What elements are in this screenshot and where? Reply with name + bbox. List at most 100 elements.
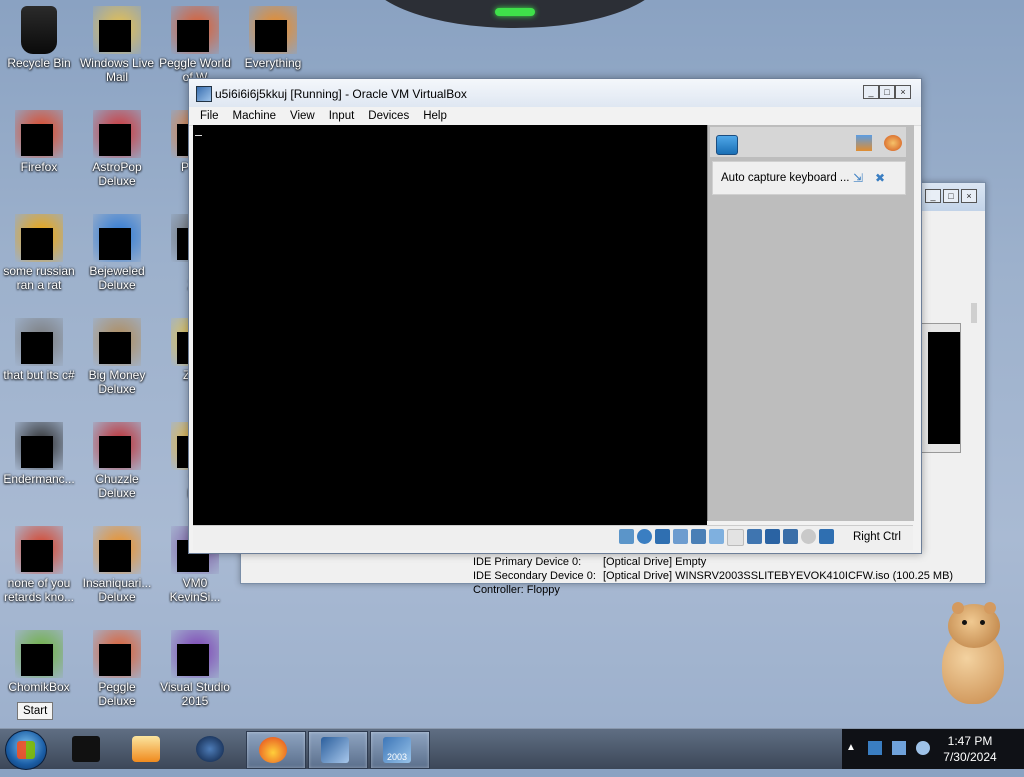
clear-all-icon[interactable] <box>884 135 902 151</box>
recording-icon[interactable] <box>765 529 780 544</box>
show-hidden-icons-chevron-icon[interactable]: ▲ <box>846 741 860 755</box>
close-button[interactable]: × <box>961 189 977 203</box>
desktop-icon-label: Windows Live Mail <box>79 56 155 84</box>
app-icon <box>15 526 63 574</box>
redaction-box <box>21 540 53 572</box>
keyboard-capture-icon[interactable] <box>819 529 834 544</box>
tray-app-icon[interactable] <box>868 741 882 755</box>
app-icon <box>15 630 63 678</box>
virtualbox-window[interactable]: u5i6i6i6j5kkuj [Running] - Oracle VM Vir… <box>188 78 922 554</box>
app-icon <box>93 110 141 158</box>
mouse-integration-icon[interactable] <box>801 529 816 544</box>
redaction-box <box>21 228 53 260</box>
desktop-icon[interactable]: Insaniquari... Deluxe <box>78 526 156 604</box>
desktop-icon-label: none of you retards kno... <box>3 576 75 604</box>
app-icon <box>93 630 141 678</box>
network-icon[interactable] <box>691 529 706 544</box>
detail-key: IDE Secondary Device 0: <box>473 570 596 582</box>
scrollbar-thumb[interactable] <box>971 303 977 323</box>
notification-bell-icon[interactable] <box>716 135 738 155</box>
virtualbox-icon <box>196 86 212 102</box>
taskbar-network[interactable] <box>182 731 242 767</box>
taskbar-virtualbox[interactable] <box>308 731 368 769</box>
desktop-icon[interactable]: Everything <box>234 6 312 70</box>
hard-disk-icon[interactable] <box>619 529 634 544</box>
network-icon[interactable] <box>892 741 906 755</box>
media-player-icon <box>132 736 160 762</box>
pin-icon[interactable]: ⇲ <box>853 172 865 184</box>
menu-input[interactable]: Input <box>322 107 362 125</box>
app-icon <box>15 318 63 366</box>
app-icon <box>15 422 63 470</box>
minimize-button[interactable]: _ <box>925 189 941 203</box>
desktop-icon[interactable]: some russian ran a rat <box>0 214 78 292</box>
taskbar-media-player[interactable] <box>118 731 178 767</box>
desktop-icon[interactable]: AstroPop Deluxe <box>78 110 156 188</box>
desktop-icon[interactable]: Peggle Deluxe <box>78 630 156 708</box>
desktop-icon-label: Recycle Bin <box>7 56 71 70</box>
maximize-button[interactable]: □ <box>943 189 959 203</box>
vm-2003-icon: 2003 <box>383 737 411 763</box>
redaction-box <box>99 20 131 52</box>
app-icon <box>15 214 63 262</box>
menu-help[interactable]: Help <box>416 107 454 125</box>
cpu-icon[interactable] <box>783 529 798 544</box>
desktop-icon[interactable]: ChomikBox <box>0 630 78 694</box>
start-button[interactable] <box>5 730 47 770</box>
redaction-box <box>21 644 53 676</box>
redaction-box <box>21 436 53 468</box>
clock[interactable]: 1:47 PM 7/30/2024 <box>922 733 1018 765</box>
window-title: u5i6i6i6j5kkuj [Running] - Oracle VM Vir… <box>215 87 467 101</box>
desktop-icon-label: ChomikBox <box>8 680 70 694</box>
desktop-icon[interactable]: Peggle World of W <box>156 6 234 84</box>
menu-machine[interactable]: Machine <box>226 107 283 125</box>
hamster-head <box>948 602 1000 648</box>
vbox-titlebar[interactable]: u5i6i6i6j5kkuj [Running] - Oracle VM Vir… <box>189 79 921 107</box>
menu-view[interactable]: View <box>283 107 322 125</box>
windows-logo-icon <box>17 741 35 759</box>
vm-preview-panel <box>921 323 961 453</box>
app-icon <box>93 6 141 54</box>
detail-value: [Optical Drive] WINSRV2003SSLITEBYEVOK41… <box>603 570 954 582</box>
desktop-icon[interactable]: Chuzzle Deluxe <box>78 422 156 500</box>
display-icon[interactable] <box>747 529 762 544</box>
menu-file[interactable]: File <box>193 107 226 125</box>
status-bar: Right Ctrl <box>193 525 913 550</box>
audio-icon[interactable] <box>673 529 688 544</box>
close-icon[interactable]: ✖ <box>875 172 887 184</box>
sort-icon[interactable] <box>856 135 872 151</box>
maximize-button[interactable]: □ <box>879 85 895 99</box>
desktop-icon[interactable]: Endermanc... <box>0 422 78 486</box>
taskbar-firefox[interactable] <box>246 731 306 769</box>
floppy-icon[interactable] <box>655 529 670 544</box>
desktop-icon-label: Firefox <box>20 160 58 174</box>
taskbar-vm-2003[interactable]: 2003 <box>370 731 430 769</box>
minimize-button[interactable]: _ <box>863 85 879 99</box>
desktop-icon-label: Peggle Deluxe <box>98 680 136 708</box>
desktop-icon[interactable]: Windows Live Mail <box>78 6 156 84</box>
usb-icon[interactable] <box>709 529 724 544</box>
app-icon <box>21 6 57 54</box>
desktop-icon[interactable]: Bejeweled Deluxe <box>78 214 156 292</box>
taskbar-app-1[interactable] <box>58 731 118 767</box>
desktop-icon[interactable]: that but its c# <box>0 318 78 382</box>
desktop-icon[interactable]: Visual Studio 2015 <box>156 630 234 708</box>
device-icons <box>619 529 834 547</box>
menu-devices[interactable]: Devices <box>361 107 416 125</box>
hamster-eye <box>980 620 985 625</box>
detail-row: IDE Secondary Device 0: [Optical Drive] W… <box>473 569 953 583</box>
text-cursor <box>195 135 202 136</box>
clock-time: 1:47 PM <box>947 734 993 748</box>
app-icon <box>93 526 141 574</box>
vm-display[interactable] <box>193 125 707 525</box>
desktop-icon[interactable]: Firefox <box>0 110 78 174</box>
desktop-icon[interactable]: Big Money Deluxe <box>78 318 156 396</box>
notification-header <box>710 127 906 157</box>
shared-folder-icon[interactable] <box>727 529 744 546</box>
notification-item[interactable]: Auto capture keyboard ... ⇲ ✖ <box>712 161 906 195</box>
desktop-icon[interactable]: none of you retards kno... <box>0 526 78 604</box>
optical-drive-icon[interactable] <box>637 529 652 544</box>
close-button[interactable]: × <box>895 85 911 99</box>
desktop-icon[interactable]: Recycle Bin <box>0 6 78 70</box>
redaction-box <box>177 644 209 676</box>
